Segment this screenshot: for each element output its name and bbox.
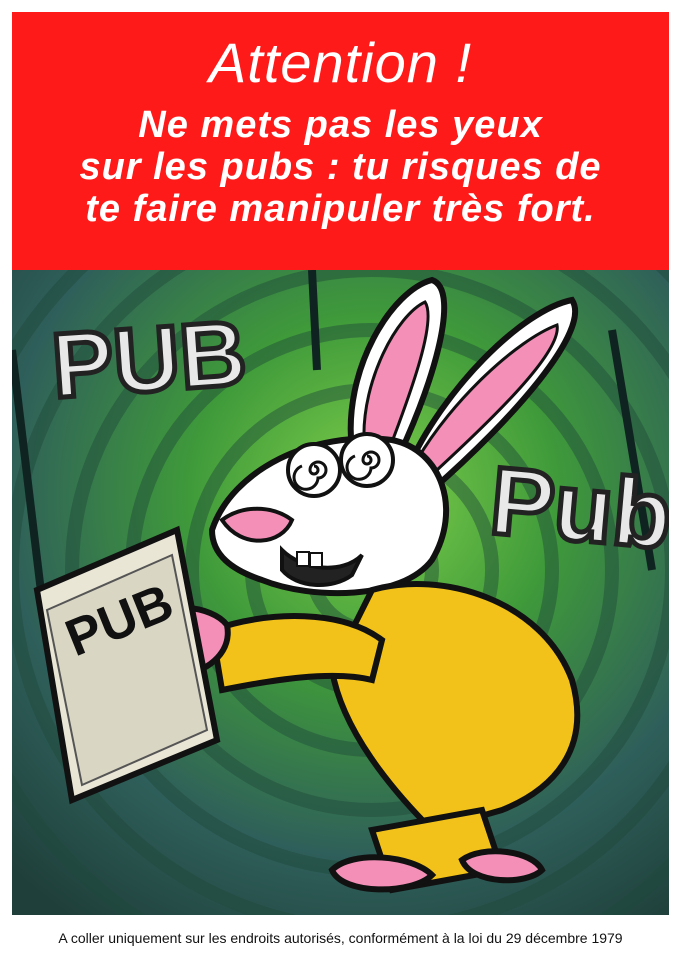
illustration-svg: PUB Pub PUB (12, 270, 669, 915)
rabbit-teeth (296, 551, 310, 567)
warning-banner: Attention ! Ne mets pas les yeux sur les… (12, 12, 669, 270)
legal-footer: A coller uniquement sur les endroits aut… (58, 930, 623, 946)
banner-line-2: sur les pubs : tu risques de (79, 146, 602, 188)
pub-sign-right: Pub (486, 447, 669, 569)
banner-line-1: Ne mets pas les yeux (138, 104, 543, 146)
pub-sign-left: PUB (49, 302, 250, 417)
banner-title: Attention ! (208, 31, 473, 94)
banner-message: Ne mets pas les yeux sur les pubs : tu r… (12, 104, 669, 230)
rabbit-illustration: PUB Pub PUB (12, 270, 669, 915)
banner-line-3: te faire manipuler très fort. (85, 188, 596, 230)
